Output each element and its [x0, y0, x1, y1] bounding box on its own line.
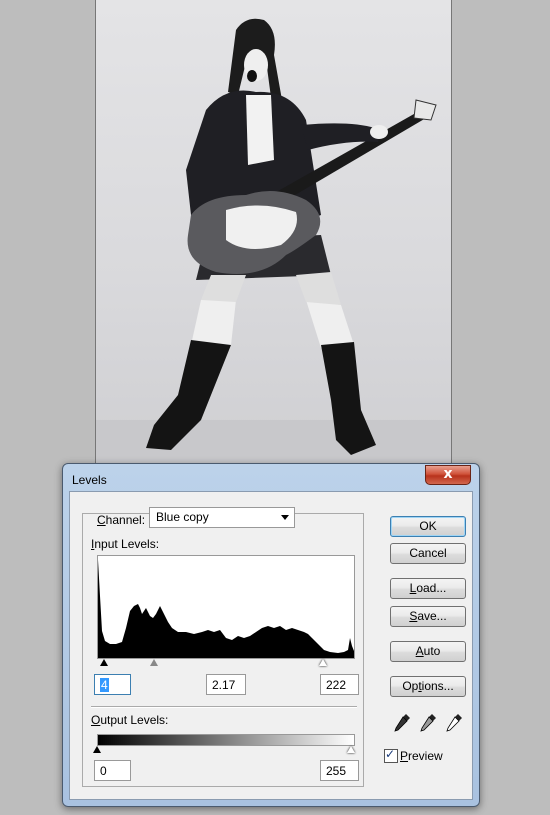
output-levels-label: Output Levels: [91, 713, 169, 727]
options-button[interactable]: Options... [390, 676, 466, 697]
channel-select[interactable]: Blue copy [149, 507, 295, 528]
load-button[interactable]: Load... [390, 578, 466, 599]
output-white-field[interactable]: 255 [320, 760, 359, 781]
gray-point-eyedropper-icon[interactable] [418, 712, 438, 734]
input-black-slider[interactable] [100, 659, 108, 666]
histogram [97, 555, 355, 659]
input-white-slider[interactable] [319, 659, 327, 666]
dropdown-arrow-icon [281, 515, 289, 520]
channel-label: Channel: [97, 513, 146, 527]
close-button[interactable]: x [425, 465, 471, 485]
output-white-slider[interactable] [347, 746, 355, 753]
input-gamma-field[interactable]: 2.17 [206, 674, 246, 695]
white-point-eyedropper-icon[interactable] [444, 712, 464, 734]
input-gamma-slider[interactable] [150, 659, 158, 666]
cancel-button[interactable]: Cancel [390, 543, 466, 564]
dialog-client-area: Channel: Blue copy Input Levels: 4 2.17 … [69, 491, 473, 800]
output-gradient-bar [97, 734, 355, 746]
levels-dialog: Levels x Channel: Blue copy Input Levels… [62, 463, 480, 807]
channel-selected-value: Blue copy [156, 510, 209, 524]
save-button[interactable]: Save... [390, 606, 466, 627]
preview-checkbox[interactable]: ✓ [384, 747, 398, 763]
output-black-slider[interactable] [93, 746, 101, 753]
output-black-field[interactable]: 0 [94, 760, 131, 781]
preview-label[interactable]: Preview [400, 749, 443, 763]
separator [91, 706, 357, 708]
canvas-photo [95, 0, 452, 465]
dialog-title: Levels [72, 473, 107, 487]
auto-button[interactable]: Auto [390, 641, 466, 662]
ok-button[interactable]: OK [390, 516, 466, 537]
black-point-eyedropper-icon[interactable] [392, 712, 412, 734]
input-white-field[interactable]: 222 [320, 674, 359, 695]
checkmark-icon: ✓ [385, 747, 396, 761]
input-black-field[interactable]: 4 [94, 674, 131, 695]
dialog-titlebar[interactable]: Levels x [63, 464, 479, 492]
close-icon: x [443, 466, 453, 482]
input-levels-label: Input Levels: [91, 537, 160, 551]
